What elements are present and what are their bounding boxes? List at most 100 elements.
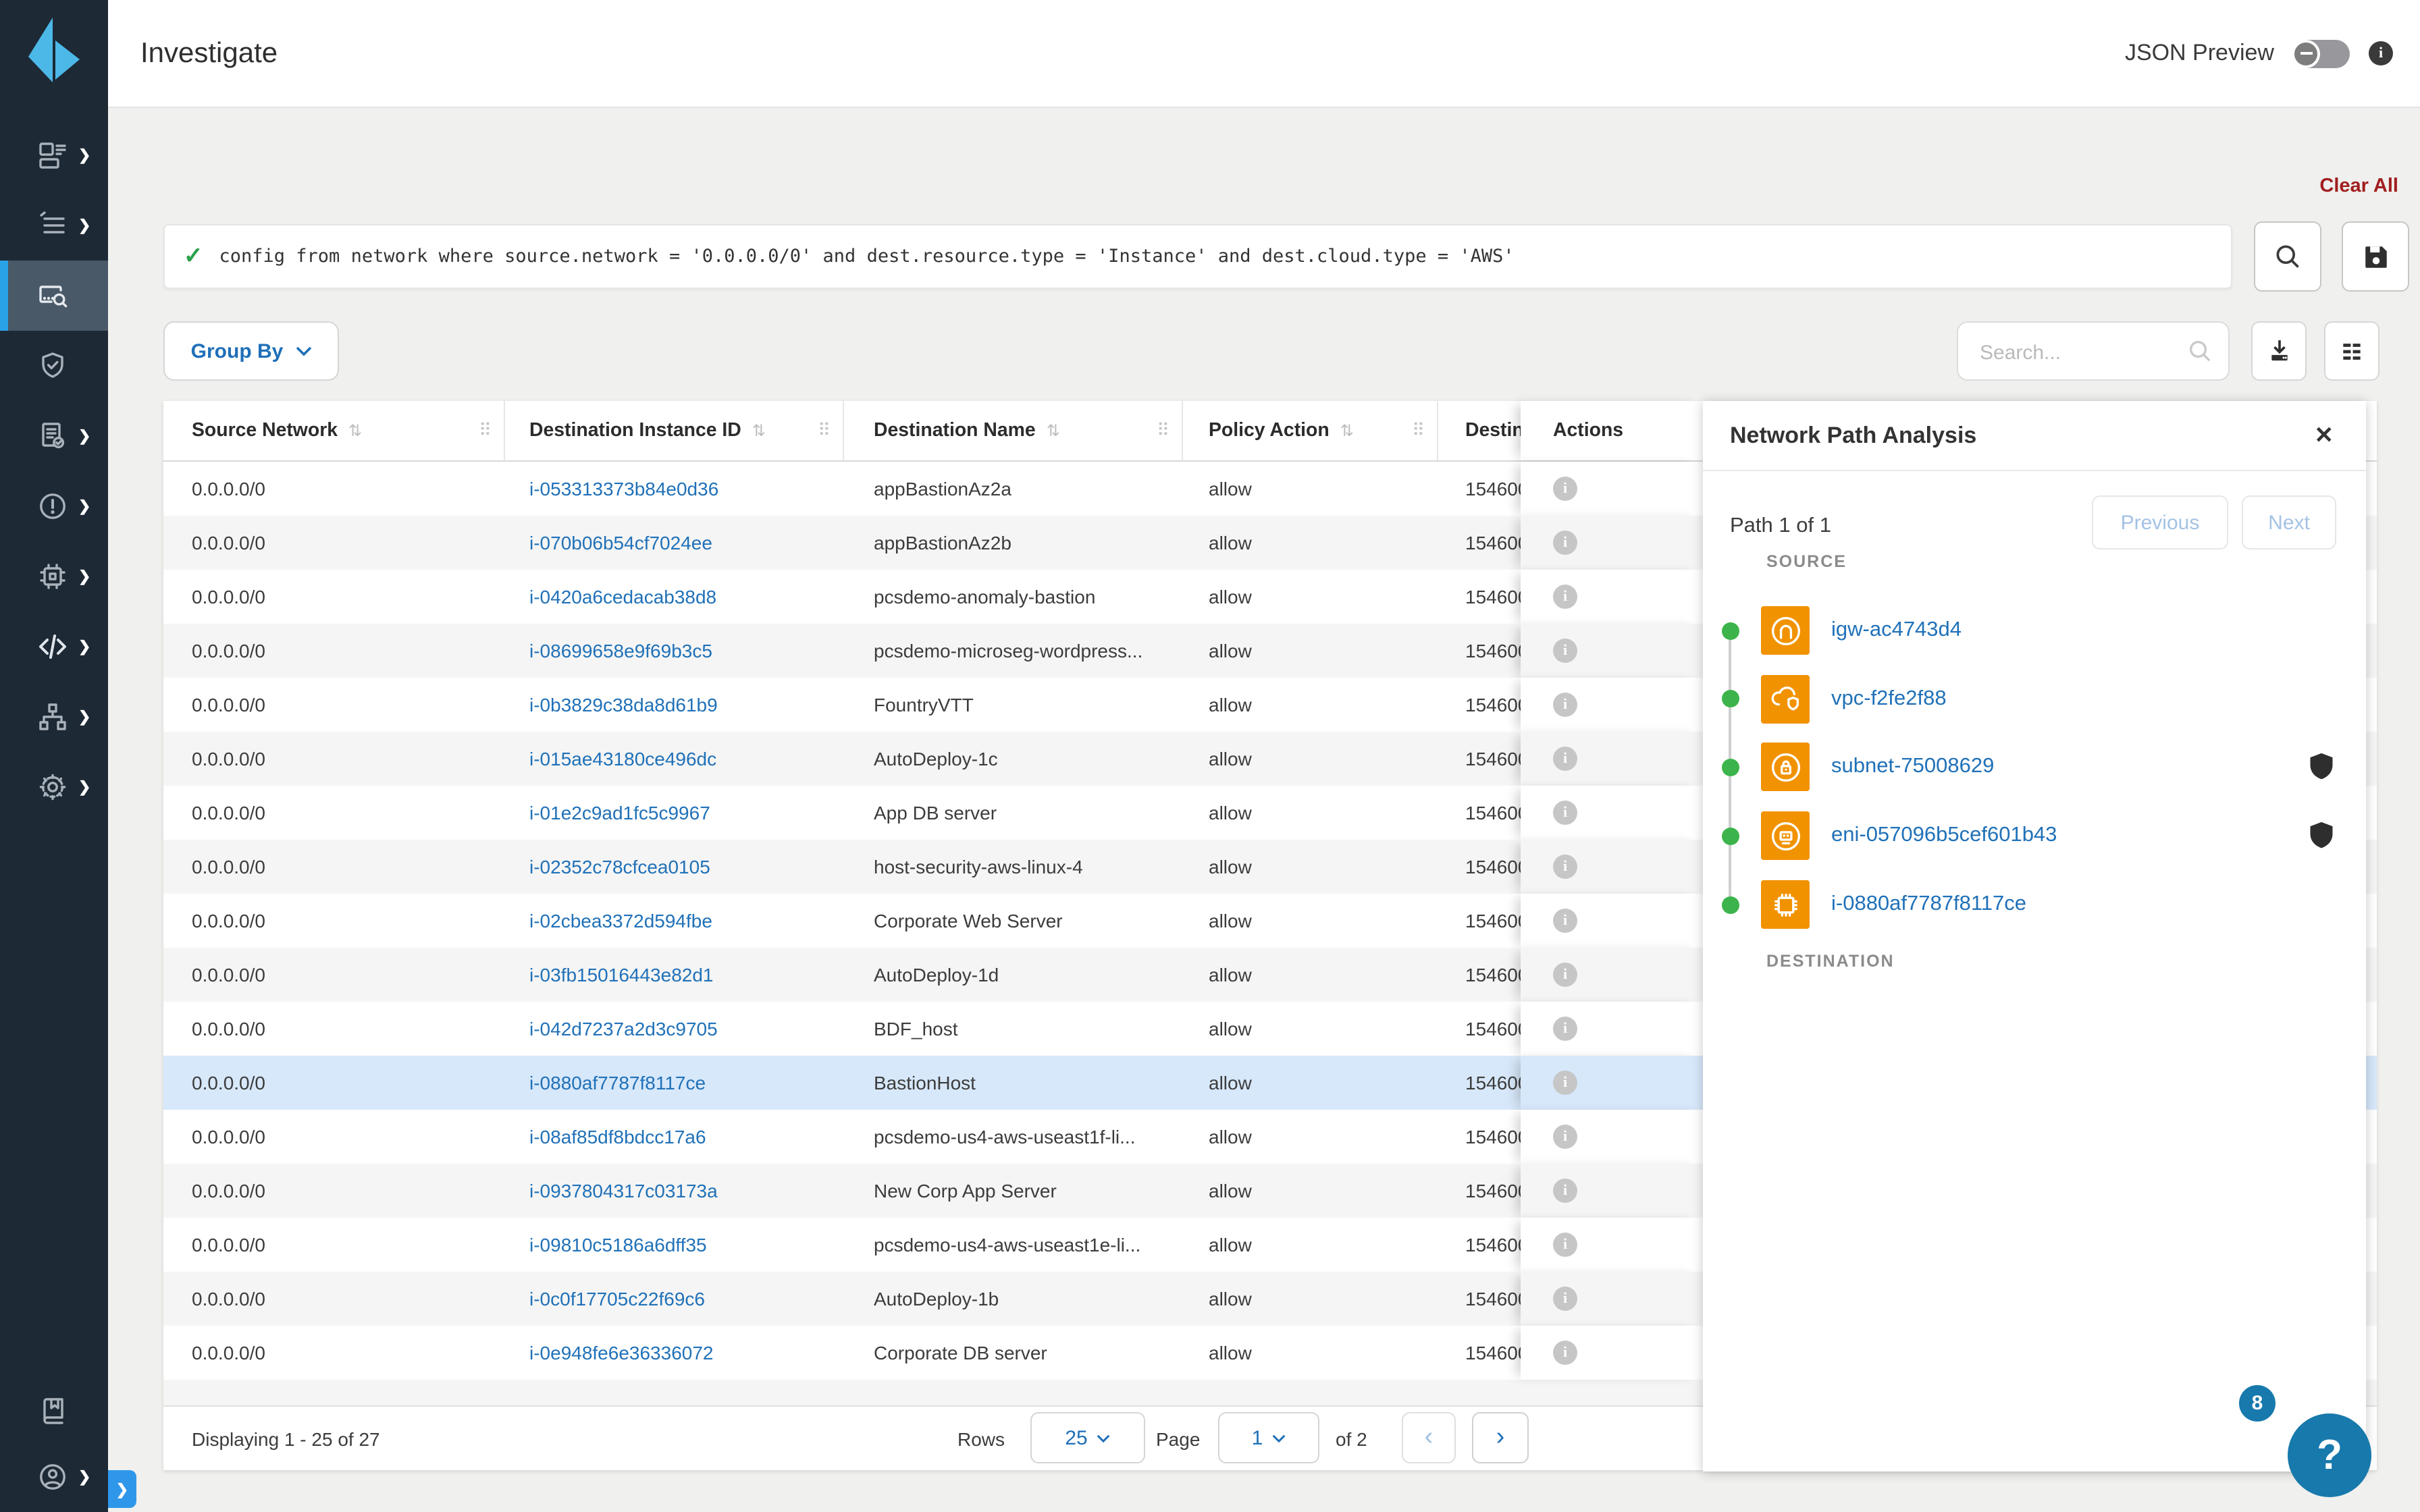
- column-header-1[interactable]: Destination Instance ID⇅⠿: [505, 401, 844, 460]
- sort-icon[interactable]: ⇅: [752, 421, 766, 440]
- sort-icon[interactable]: ⇅: [1047, 421, 1060, 440]
- column-grip-icon[interactable]: ⠿: [479, 420, 492, 441]
- row-info-icon[interactable]: i: [1553, 1071, 1577, 1095]
- instance-id-link[interactable]: i-02352c78cfcea0105: [529, 856, 710, 878]
- instance-id-link[interactable]: i-0420a6cedacab38d8: [529, 586, 716, 608]
- instance-id-link[interactable]: i-0880af7787f8117ce: [529, 1072, 706, 1094]
- sidebar-item-compliance[interactable]: ❯: [0, 401, 108, 471]
- cell-policy-action: allow: [1183, 894, 1438, 948]
- instance-id-link[interactable]: i-0937804317c03173a: [529, 1180, 718, 1202]
- column-header-0[interactable]: Source Network⇅⠿: [163, 401, 505, 460]
- cell-destination-name: Corporate Web Server: [844, 894, 1183, 948]
- column-header-2[interactable]: Destination Name⇅⠿: [844, 401, 1183, 460]
- instance-id-link[interactable]: i-08699658e9f69b3c5: [529, 640, 712, 662]
- instance-id-link[interactable]: i-09810c5186a6dff35: [529, 1234, 707, 1256]
- column-header-4[interactable]: Destina: [1438, 401, 1521, 460]
- sidebar-item-compute[interactable]: ❯: [0, 541, 108, 612]
- row-info-icon[interactable]: i: [1553, 1287, 1577, 1311]
- help-button[interactable]: ?: [2288, 1413, 2371, 1497]
- instance-id-link[interactable]: i-0c0f17705c22f69c6: [529, 1288, 705, 1310]
- next-page-button[interactable]: ›: [1472, 1412, 1529, 1463]
- row-info-icon[interactable]: i: [1553, 963, 1577, 987]
- row-info-icon[interactable]: i: [1553, 801, 1577, 825]
- info-icon[interactable]: i: [2369, 41, 2393, 65]
- instance-id-link[interactable]: i-0e948fe6e36336072: [529, 1342, 714, 1364]
- page-select[interactable]: 1: [1218, 1412, 1319, 1463]
- row-info-icon[interactable]: i: [1553, 693, 1577, 717]
- prev-page-button[interactable]: ‹: [1402, 1412, 1456, 1463]
- sidebar-expand-button[interactable]: ❯: [108, 1470, 136, 1508]
- sidebar-item-policies[interactable]: [0, 331, 108, 401]
- chevron-right-icon: ❯: [78, 497, 90, 515]
- previous-path-button[interactable]: Previous: [2092, 495, 2228, 549]
- row-info-icon[interactable]: i: [1553, 639, 1577, 663]
- json-preview-toggle[interactable]: [2293, 39, 2350, 68]
- instance-id-link[interactable]: i-01e2c9ad1fc5c9967: [529, 802, 710, 824]
- run-search-button[interactable]: [2254, 221, 2321, 292]
- path-node-link[interactable]: eni-057096b5cef601b43: [1831, 811, 2057, 860]
- cell-destination-name: pcsdemo-us4-aws-useast1f-li...: [844, 1110, 1183, 1164]
- column-grip-icon[interactable]: ⠿: [1157, 420, 1169, 441]
- group-by-label: Group By: [191, 340, 284, 362]
- group-by-button[interactable]: Group By: [163, 321, 339, 381]
- cell-actions: i: [1521, 894, 1703, 948]
- instance-id-link[interactable]: i-070b06b54cf7024ee: [529, 532, 712, 554]
- chevron-right-icon: ❯: [78, 638, 90, 655]
- cell-instance-id: i-015ae43180ce496dc: [505, 732, 844, 786]
- sidebar-item-settings[interactable]: ❯: [0, 752, 108, 822]
- instance-id-link[interactable]: i-015ae43180ce496dc: [529, 748, 716, 770]
- cell-source-network: 0.0.0.0/0: [163, 1056, 505, 1110]
- instance-id-link[interactable]: i-08af85df8bdcc17a6: [529, 1126, 706, 1148]
- instance-id-link[interactable]: i-02cbea3372d594fbe: [529, 910, 712, 932]
- row-info-icon[interactable]: i: [1553, 531, 1577, 555]
- row-info-icon[interactable]: i: [1553, 477, 1577, 501]
- sidebar-item-docs[interactable]: [0, 1377, 108, 1443]
- sidebar-item-inventory[interactable]: ❯: [0, 190, 108, 261]
- column-grip-icon[interactable]: ⠿: [1412, 420, 1425, 441]
- column-header-3[interactable]: Policy Action⇅⠿: [1183, 401, 1438, 460]
- save-search-button[interactable]: [2342, 221, 2409, 292]
- column-grip-icon[interactable]: ⠿: [818, 420, 831, 441]
- sidebar-item-code[interactable]: ❯: [0, 612, 108, 682]
- table-search-input[interactable]: [1977, 323, 2185, 382]
- cell-actions: i: [1521, 1218, 1703, 1272]
- sidebar-item-alerts[interactable]: ❯: [0, 471, 108, 541]
- row-info-icon[interactable]: i: [1553, 855, 1577, 879]
- query-bar[interactable]: ✓ config from network where source.netwo…: [163, 224, 2232, 289]
- sidebar-item-investigate[interactable]: [0, 261, 108, 331]
- cell-policy-action: allow: [1183, 1326, 1438, 1380]
- sort-icon[interactable]: ⇅: [1340, 421, 1354, 440]
- cell-instance-id: i-0b3829c38da8d61b9: [505, 678, 844, 732]
- instance-id-link[interactable]: i-042d7237a2d3c9705: [529, 1018, 718, 1040]
- investigate-search-icon: [36, 279, 69, 312]
- instance-id-link[interactable]: i-03fb15016443e82d1: [529, 964, 714, 986]
- sidebar-item-network[interactable]: ❯: [0, 682, 108, 752]
- sidebar-item-profile[interactable]: ❯: [0, 1443, 108, 1509]
- row-info-icon[interactable]: i: [1553, 1341, 1577, 1365]
- cell-policy-action: allow: [1183, 1164, 1438, 1218]
- columns-button[interactable]: [2324, 321, 2379, 381]
- instance-id-link[interactable]: i-0b3829c38da8d61b9: [529, 694, 718, 716]
- sort-icon[interactable]: ⇅: [348, 421, 362, 440]
- instance-id-link[interactable]: i-053313373b84e0d36: [529, 478, 718, 500]
- row-info-icon[interactable]: i: [1553, 1125, 1577, 1149]
- path-node-link[interactable]: i-0880af7787f8117ce: [1831, 880, 2026, 929]
- path-node-link[interactable]: subnet-75008629: [1831, 742, 1994, 791]
- clear-all-link[interactable]: Clear All: [2319, 176, 2398, 197]
- path-node-vpc: vpc-f2fe2f88: [1703, 674, 2366, 723]
- row-info-icon[interactable]: i: [1553, 747, 1577, 771]
- rows-per-page-select[interactable]: 25: [1030, 1412, 1145, 1463]
- row-info-icon[interactable]: i: [1553, 1233, 1577, 1257]
- path-node-link[interactable]: igw-ac4743d4: [1831, 606, 1962, 655]
- cell-instance-id: i-02cbea3372d594fbe: [505, 894, 844, 948]
- next-path-button[interactable]: Next: [2242, 495, 2336, 549]
- row-info-icon[interactable]: i: [1553, 585, 1577, 609]
- prisma-cloud-logo-icon[interactable]: [24, 16, 84, 84]
- download-button[interactable]: [2251, 321, 2307, 381]
- sidebar-item-dashboard[interactable]: ❯: [0, 120, 108, 190]
- close-icon[interactable]: ✕: [2315, 422, 2334, 449]
- path-node-link[interactable]: vpc-f2fe2f88: [1831, 674, 1947, 723]
- row-info-icon[interactable]: i: [1553, 1017, 1577, 1041]
- row-info-icon[interactable]: i: [1553, 1179, 1577, 1203]
- row-info-icon[interactable]: i: [1553, 909, 1577, 933]
